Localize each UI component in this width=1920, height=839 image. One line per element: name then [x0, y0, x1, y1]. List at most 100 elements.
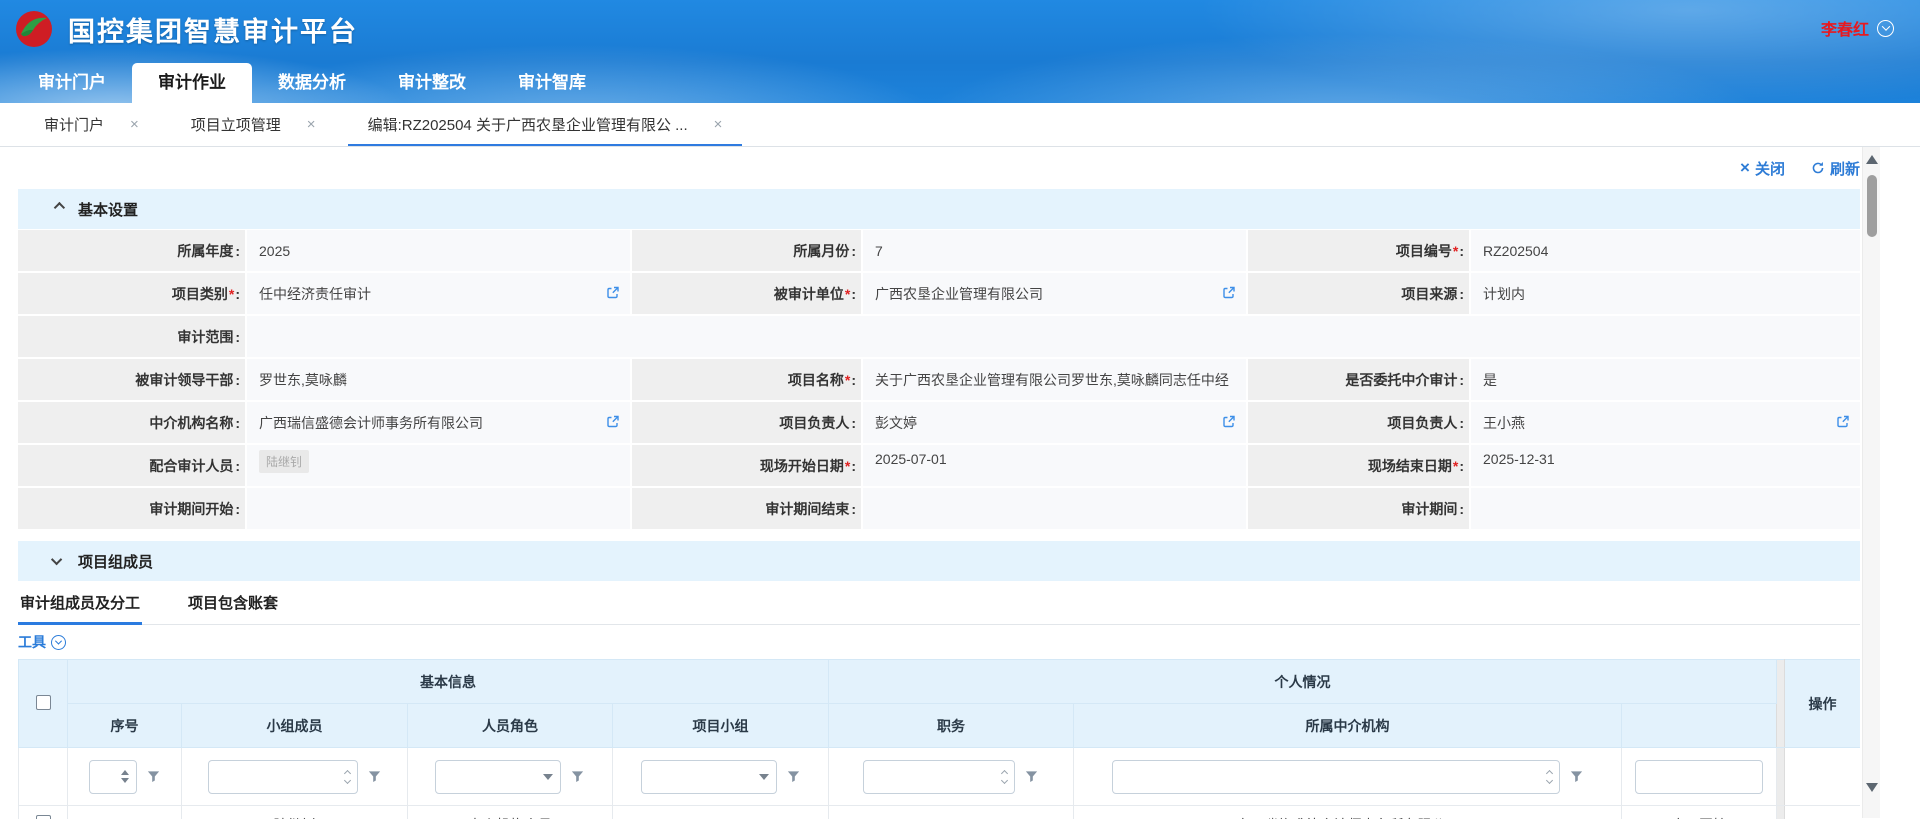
field-year[interactable]: 2025 — [247, 230, 630, 271]
user-menu[interactable]: 李春红 — [1821, 16, 1894, 40]
close-icon[interactable]: × — [130, 116, 139, 133]
external-link-icon[interactable] — [606, 285, 620, 302]
field-audited-leaders[interactable]: 罗世东,莫咏麟 — [247, 359, 630, 400]
dropdown-arrow-icon — [543, 774, 553, 780]
agency-filter-combobox[interactable] — [1112, 760, 1560, 794]
table-row[interactable]: 陆继钊 中介机构人员 广西瑞信盛德会计师事务所有限公司 广西国控 — [19, 806, 1861, 820]
refresh-label: 刷新 — [1830, 158, 1860, 179]
field-site-start-date[interactable]: 2025-07-01 — [863, 445, 1246, 486]
field-auditee[interactable]: 广西农垦企业管理有限公司 — [863, 273, 1246, 314]
group-header-personal-info: 个人情况 — [829, 660, 1777, 704]
cell-seq — [68, 806, 182, 820]
spinner-up-icon[interactable] — [121, 770, 129, 775]
nav-item-audit-library[interactable]: 审计智库 — [492, 63, 612, 103]
filter-funnel-icon[interactable] — [146, 769, 161, 784]
filter-funnel-icon[interactable] — [367, 769, 382, 784]
external-link-icon[interactable] — [1222, 285, 1236, 302]
nav-item-audit-portal[interactable]: 审计门户 — [12, 63, 132, 103]
scroll-down-icon[interactable] — [1866, 783, 1878, 792]
extra-filter-input[interactable] — [1635, 760, 1763, 794]
scrollbar-thumb[interactable] — [1867, 175, 1877, 237]
role-filter-select[interactable] — [435, 760, 561, 794]
field-label-audit-period-end: 审计期间结束: — [632, 488, 861, 529]
filter-funnel-icon[interactable] — [1569, 769, 1584, 784]
field-site-end-date[interactable]: 2025-12-31 — [1471, 445, 1860, 486]
section-project-team[interactable]: 项目组成员 — [18, 541, 1860, 581]
filter-funnel-icon[interactable] — [1024, 769, 1039, 784]
doc-tab-edit-project[interactable]: 编辑:RZ202504 关于广西农垦企业管理有限公 ... × — [342, 103, 749, 146]
inner-scrollbar-track[interactable] — [1777, 806, 1785, 820]
close-label: 关闭 — [1755, 158, 1785, 179]
operations-filter-cell — [1785, 748, 1861, 806]
doc-tab-project-setup[interactable]: 项目立项管理 × — [165, 103, 342, 146]
app-logo-icon — [14, 9, 54, 49]
field-project-category[interactable]: 任中经济责任审计 — [247, 273, 630, 314]
field-project-name[interactable]: 关于广西农垦企业管理有限公司罗世东,莫咏麟同志任中经 — [863, 359, 1246, 400]
tools-menu-button[interactable]: 工具 — [18, 625, 1860, 659]
doc-tab-label: 编辑:RZ202504 关于广西农垦企业管理有限公 ... — [368, 114, 688, 135]
row-checkbox[interactable] — [36, 815, 51, 819]
nav-item-data-analysis[interactable]: 数据分析 — [252, 63, 372, 103]
collapse-icon — [54, 202, 65, 213]
field-label-site-end-date: 现场结束日期*: — [1248, 445, 1469, 486]
column-header-seq: 序号 — [68, 704, 182, 748]
field-project-manager1[interactable]: 彭文婷 — [863, 402, 1246, 443]
select-all-checkbox[interactable] — [36, 695, 51, 710]
chevron-down-icon — [51, 635, 66, 650]
main-content: × 关闭 刷新 基本设置 所属年度: 2025 所属月份: 7 项目编号*: R — [0, 147, 1920, 839]
field-audit-scope[interactable] — [247, 316, 1860, 357]
field-project-code[interactable]: RZ202504 — [1471, 230, 1860, 271]
field-label-project-code: 项目编号*: — [1248, 230, 1469, 271]
spinner-down-icon[interactable] — [121, 778, 129, 783]
close-page-button[interactable]: × 关闭 — [1740, 158, 1785, 179]
field-assist-auditors[interactable]: 陆继钊 — [247, 445, 630, 486]
field-entrust-intermediary[interactable]: 是 — [1471, 359, 1860, 400]
field-label-month: 所属月份: — [632, 230, 861, 271]
scroll-up-icon[interactable] — [1866, 155, 1878, 164]
field-agency-name[interactable]: 广西瑞信盛德会计师事务所有限公司 — [247, 402, 630, 443]
section-basic-settings[interactable]: 基本设置 — [18, 189, 1860, 229]
refresh-page-button[interactable]: 刷新 — [1811, 158, 1860, 179]
duty-filter-combobox[interactable] — [863, 760, 1015, 794]
filter-checkbox-cell — [19, 748, 68, 806]
field-month[interactable]: 7 — [863, 230, 1246, 271]
nav-item-audit-work[interactable]: 审计作业 — [132, 63, 252, 103]
basic-settings-form: 所属年度: 2025 所属月份: 7 项目编号*: RZ202504 项目类别*… — [18, 230, 1860, 529]
field-audit-period[interactable] — [1471, 488, 1860, 529]
app-header: 国控集团智慧审计平台 李春红 审计门户 审计作业 数据分析 审计整改 审计智库 — [0, 0, 1920, 103]
expand-icon — [51, 554, 62, 565]
chevron-down-icon[interactable] — [1877, 20, 1894, 37]
seq-filter-input[interactable] — [89, 760, 137, 794]
field-label-agency-name: 中介机构名称: — [18, 402, 245, 443]
row-checkbox-cell — [19, 806, 68, 820]
field-audit-period-start[interactable] — [247, 488, 630, 529]
field-label-project-name: 项目名称*: — [632, 359, 861, 400]
column-header-role: 人员角色 — [408, 704, 613, 748]
cell-duty — [829, 806, 1074, 820]
user-name: 李春红 — [1821, 16, 1869, 40]
member-filter-combobox[interactable] — [208, 760, 358, 794]
field-project-source[interactable]: 计划内 — [1471, 273, 1860, 314]
doc-tab-audit-portal[interactable]: 审计门户 × — [18, 103, 165, 146]
close-icon[interactable]: × — [307, 116, 316, 133]
external-link-icon[interactable] — [1222, 414, 1236, 431]
field-project-manager2[interactable]: 王小燕 — [1471, 402, 1860, 443]
field-audit-period-end[interactable] — [863, 488, 1246, 529]
close-icon[interactable]: × — [714, 116, 723, 133]
nav-item-audit-rectify[interactable]: 审计整改 — [372, 63, 492, 103]
person-tag[interactable]: 陆继钊 — [259, 450, 309, 473]
field-label-auditee: 被审计单位*: — [632, 273, 861, 314]
field-label-audit-period-start: 审计期间开始: — [18, 488, 245, 529]
vertical-scrollbar[interactable] — [1862, 147, 1880, 818]
external-link-icon[interactable] — [606, 414, 620, 431]
filter-funnel-icon[interactable] — [786, 769, 801, 784]
inner-scrollbar-track[interactable] — [1777, 660, 1785, 748]
inner-scrollbar-track[interactable] — [1777, 748, 1785, 806]
team-filter-select[interactable] — [641, 760, 777, 794]
cell-role: 中介机构人员 — [408, 806, 613, 820]
cell-extra: 广西国控 — [1622, 806, 1777, 820]
filter-funnel-icon[interactable] — [570, 769, 585, 784]
external-link-icon[interactable] — [1836, 414, 1850, 431]
tab-team-members[interactable]: 审计组成员及分工 — [18, 581, 142, 624]
tab-project-ledgers[interactable]: 项目包含账套 — [186, 581, 280, 624]
